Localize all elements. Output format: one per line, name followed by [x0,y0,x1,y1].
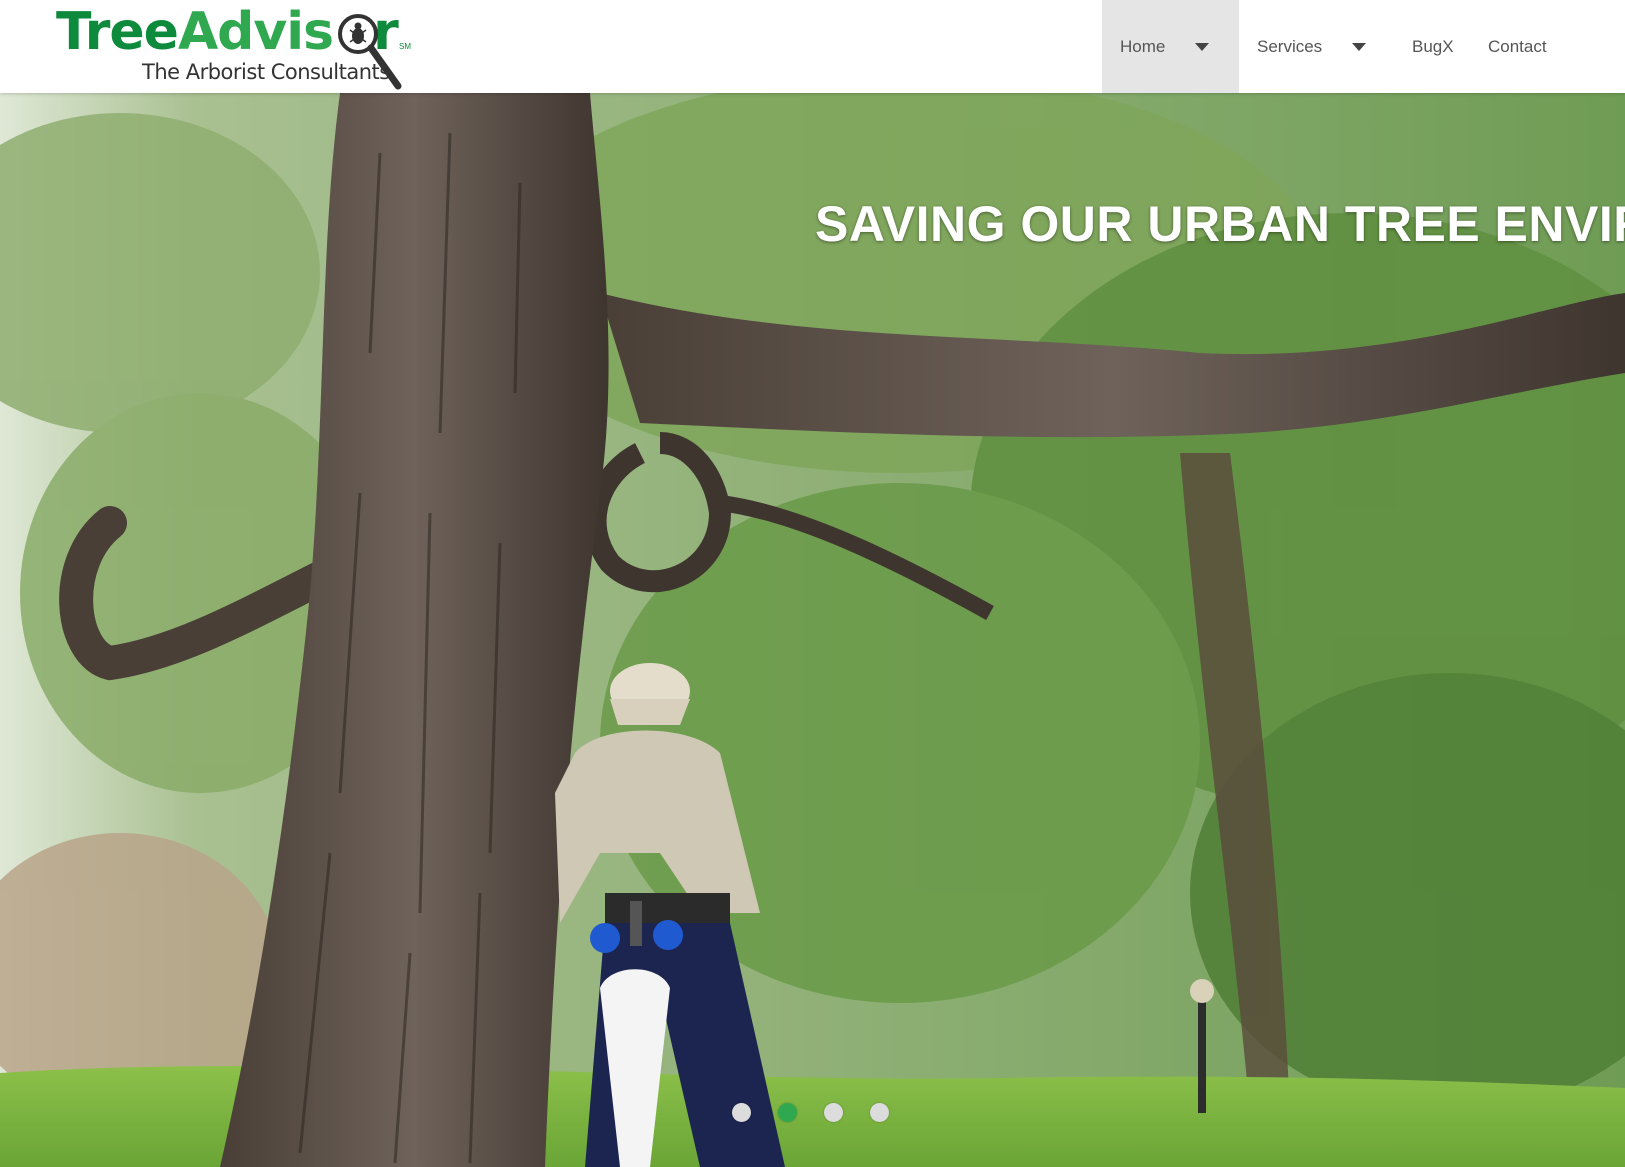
nav-services-label: Services [1257,36,1323,56]
caret-down-icon[interactable] [1352,42,1367,51]
nav-home[interactable]: Home [1102,0,1239,93]
logo-tagline: The Arborist Consultants [142,60,390,84]
hero-background-image [0,93,1625,1167]
logo-word-advis: Advis [177,2,334,62]
slider-dot-2[interactable] [778,1103,797,1122]
nav-bugx[interactable]: BugX [1412,0,1454,93]
slider-dot-4[interactable] [870,1103,889,1122]
nav-home-label: Home [1120,36,1166,56]
slider-dot-3[interactable] [824,1103,843,1122]
nav-contact-label: Contact [1488,36,1547,56]
nav-bugx-label: BugX [1412,36,1454,56]
hero-slider: SAVING OUR URBAN TREE ENVIRO [0,93,1625,1167]
nav-contact[interactable]: Contact [1488,0,1547,93]
logo-word-tree: Tree [56,2,179,62]
slider-pagination [732,1103,889,1122]
nav-services[interactable]: Services [1257,0,1377,93]
slider-dot-1[interactable] [732,1103,751,1122]
hero-headline: SAVING OUR URBAN TREE ENVIRO [815,196,1625,252]
site-header: TreeAdvis r SM The Arborist Consultants H… [0,0,1625,93]
site-logo[interactable]: TreeAdvis r SM The Arborist Consultants [56,4,416,92]
caret-down-icon[interactable] [1195,42,1210,51]
